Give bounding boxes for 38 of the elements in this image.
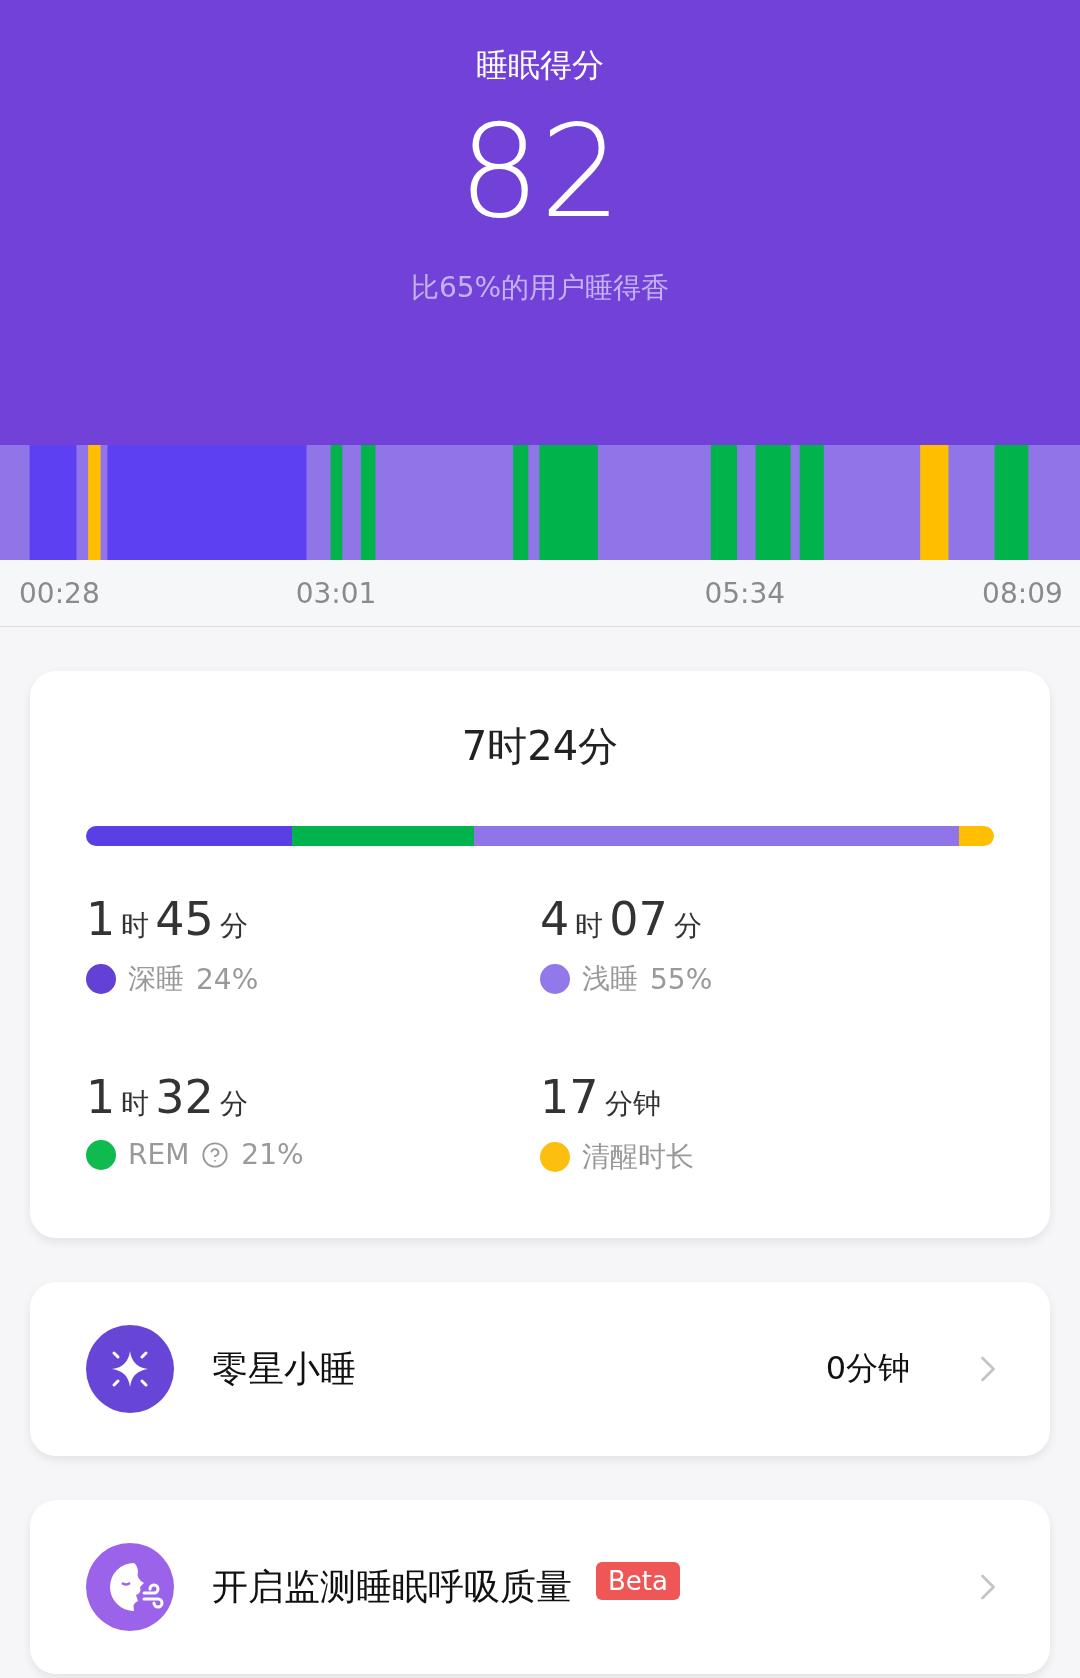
stage-unit: 时: [121, 1086, 150, 1122]
time-label: 03:01: [295, 576, 377, 610]
stage-percent: 21%: [241, 1138, 304, 1171]
feature-row[interactable]: 开启监测睡眠呼吸质量 Beta: [30, 1500, 1050, 1674]
stage-amount: 4: [540, 892, 570, 946]
sparkle-icon: [86, 1325, 174, 1413]
stage-unit: 分: [673, 908, 702, 944]
stage-label: 浅睡: [582, 961, 638, 997]
feature-row[interactable]: 零星小睡 0分钟: [30, 1282, 1050, 1456]
stage-percent: 24%: [196, 962, 259, 996]
time-label: 00:28: [19, 576, 100, 610]
comparison-text: 比65%的用户睡得香: [410, 269, 670, 306]
time-label: 08:09: [982, 576, 1063, 610]
row-title: 开启监测睡眠呼吸质量: [212, 1564, 572, 1609]
help-icon[interactable]: [201, 1140, 230, 1169]
stage-unit: 分: [219, 1086, 248, 1122]
face-breath-icon: [86, 1543, 174, 1631]
stage-label: REM: [128, 1138, 190, 1171]
sleep-score: 82: [458, 102, 622, 243]
stage-unit: 分: [219, 908, 248, 944]
time-label: 05:34: [704, 576, 786, 610]
stage-unit: 分钟: [604, 1086, 661, 1122]
beta-badge: Beta: [596, 1562, 680, 1600]
row-title: 零星小睡: [212, 1346, 356, 1391]
row-value: 0分钟: [825, 1348, 910, 1389]
stage-percent: 55%: [650, 962, 713, 996]
total-duration: 7时24分: [460, 722, 620, 771]
stage-unit: 时: [121, 908, 150, 944]
stage-amount: 17: [540, 1070, 599, 1124]
stage-amount: 45: [155, 892, 214, 946]
stage-amount: 07: [609, 892, 668, 946]
stage-amount: 1: [86, 1070, 116, 1124]
stage-amount: 1: [86, 892, 116, 946]
stage-label: 清醒时长: [582, 1139, 694, 1175]
stage-amount: 32: [155, 1070, 214, 1124]
page-title: 睡眠得分: [476, 45, 604, 86]
stage-unit: 时: [575, 908, 604, 944]
stage-label: 深睡: [128, 961, 184, 997]
